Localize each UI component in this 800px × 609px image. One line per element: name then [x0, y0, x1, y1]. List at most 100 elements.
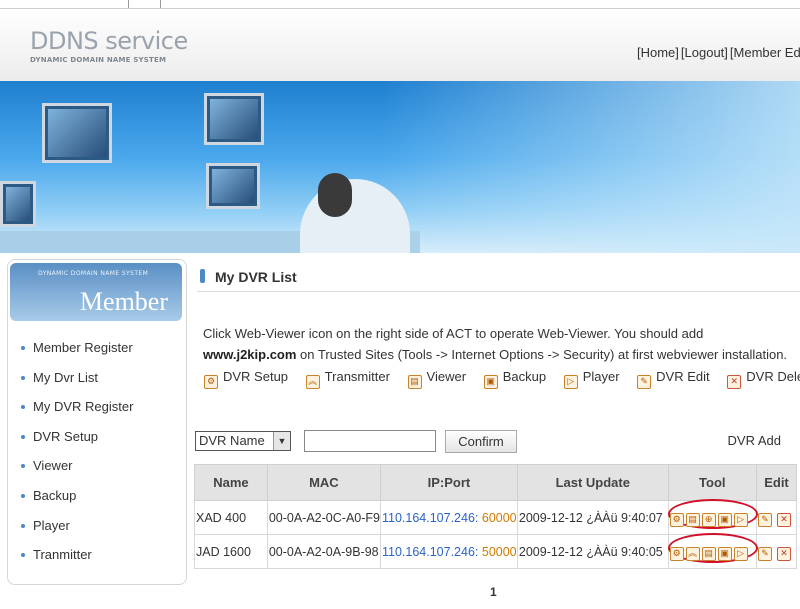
legend-label: Player — [582, 369, 620, 384]
search-field-select[interactable]: DVR Name ▼ — [195, 431, 291, 451]
sidebar-item-my-dvr-register[interactable]: My DVR Register — [8, 396, 186, 426]
col-header-ip-port: IP:Port — [379, 464, 518, 501]
table-header-row: Name MAC IP:Port Last Update Tool Edit — [194, 464, 798, 501]
legend-viewer: ▤ Viewer — [407, 369, 467, 389]
delete-icon[interactable]: ✕ — [776, 547, 791, 561]
legend-label: DVR Setup — [223, 369, 289, 384]
instruction-part: Click Web-Viewer icon on the right side … — [203, 326, 704, 341]
dvr-table: Name MAC IP:Port Last Update Tool Edit X… — [194, 464, 798, 569]
sidebar-item-label: My Dvr List — [33, 369, 98, 385]
sidebar-menu: Member Register My Dvr List My DVR Regis… — [8, 337, 186, 574]
legend-label: DVR Edit — [656, 369, 710, 384]
cell-ip-port: 110.164.107.246: 60000 — [379, 500, 518, 535]
bullet-icon — [21, 405, 25, 410]
col-header-tool: Tool — [667, 464, 757, 501]
banner-glow — [380, 81, 800, 253]
sidebar-item-viewer[interactable]: Viewer — [8, 455, 186, 485]
viewer-icon[interactable]: ▤ — [701, 547, 716, 561]
sidebar-item-label: Member Register — [33, 340, 133, 355]
search-input[interactable] — [304, 430, 436, 452]
cell-tools: ⚙ ︽ ▤ ▣ ▷ — [667, 533, 758, 569]
member-panel-subtitle: DYNAMIC DOMAIN NAME SYSTEM — [38, 270, 149, 277]
logo-title: DDNS service — [30, 27, 188, 55]
sidebar-item-dvr-setup[interactable]: DVR Setup — [8, 426, 186, 456]
delete-icon[interactable]: ✕ — [776, 513, 791, 527]
bullet-icon — [21, 434, 25, 439]
edit-icon[interactable]: ✎ — [757, 513, 772, 527]
nav-home-link[interactable]: [Home] — [637, 45, 679, 60]
backup-icon[interactable]: ▣ — [717, 513, 732, 527]
col-header-mac: MAC — [266, 464, 381, 501]
bullet-icon — [21, 464, 25, 469]
banner-operator-head — [318, 173, 352, 217]
edit-icon[interactable]: ✎ — [757, 547, 772, 561]
gear-icon[interactable]: ⚙ — [669, 547, 684, 561]
chevron-down-icon[interactable]: ▼ — [273, 432, 290, 450]
cell-last-update: 2009-12-12 ¿ÀÀü 9:40:05 — [516, 534, 669, 569]
header-banner-image — [0, 81, 800, 253]
legend-player: ▷ Player — [563, 369, 620, 389]
ip-address: 110.164.107.246 — [381, 510, 475, 525]
cell-tools: ⚙ ▤ ⊕ ▣ ▷ — [667, 499, 758, 535]
legend-dvr-edit: ✎ DVR Edit — [637, 369, 710, 389]
legend-label: Transmitter — [324, 369, 390, 384]
nav-logout-link[interactable]: [Logout] — [681, 45, 728, 60]
page-title: My DVR List — [215, 269, 297, 285]
col-header-name: Name — [194, 464, 268, 501]
cell-ip-port: 110.164.107.246: 50000 — [379, 534, 518, 569]
gear-icon: ⚙ — [204, 375, 218, 389]
sidebar-item-label: Viewer — [33, 458, 73, 474]
sidebar-item-player[interactable]: Player — [8, 515, 186, 545]
legend-label: Backup — [502, 369, 547, 384]
legend-dvr-delete: ✕ DVR Delete — [727, 369, 800, 389]
play-icon[interactable]: ▷ — [733, 513, 748, 527]
legend-transmitter: ︽ Transmitter — [305, 369, 390, 389]
viewer-icon: ▤ — [407, 375, 422, 389]
gear-icon[interactable]: ⚙ — [669, 513, 684, 527]
bullet-icon — [21, 493, 25, 498]
top-nav: [Home][Logout][Member Edit] — [637, 45, 800, 60]
instruction-link: www.j2kip.com — [203, 347, 297, 362]
banner-monitor — [204, 93, 264, 145]
play-icon: ▷ — [563, 375, 578, 389]
sidebar-item-tranmitter[interactable]: Tranmitter — [8, 544, 186, 574]
cell-mac: 00-0A-A2-0A-9B-98 — [266, 534, 381, 569]
legend-label: Viewer — [426, 369, 467, 384]
viewer-icon[interactable]: ▤ — [685, 513, 700, 527]
sidebar-item-label: My DVR Register — [33, 399, 134, 415]
backup-icon[interactable]: ▣ — [717, 547, 732, 561]
sidebar-item-label: DVR Setup — [33, 428, 99, 444]
instruction-text: Click Web-Viewer icon on the right side … — [203, 323, 793, 365]
sidebar-item-backup[interactable]: Backup — [8, 485, 186, 515]
confirm-button[interactable]: Confirm — [445, 430, 517, 453]
sidebar-item-label: Player — [33, 517, 70, 533]
page-title-bar: My DVR List — [197, 263, 800, 292]
port-number: 50000 — [478, 544, 517, 559]
transmitter-icon: ︽ — [305, 375, 320, 389]
legend-backup: ▣ Backup — [483, 369, 547, 389]
legend-dvr-setup: ⚙ DVR Setup — [204, 369, 288, 389]
banner-monitor — [42, 103, 112, 163]
pagination-current-page[interactable]: 1 — [490, 585, 497, 599]
transmitter-icon[interactable]: ︽ — [685, 547, 700, 561]
cell-name: JAD 1600 — [194, 534, 268, 569]
play-icon[interactable]: ▷ — [733, 547, 748, 561]
bullet-icon — [21, 523, 25, 528]
site-header: DDNS service DYNAMIC DOMAIN NAME SYSTEM … — [0, 9, 800, 81]
bullet-icon — [21, 553, 25, 558]
sidebar-item-my-dvr-list[interactable]: My Dvr List — [8, 367, 186, 397]
bullet-icon — [21, 346, 25, 350]
site-logo[interactable]: DDNS service DYNAMIC DOMAIN NAME SYSTEM — [30, 29, 188, 64]
dvr-add-link[interactable]: DVR Add — [728, 433, 781, 448]
tool-legend: ⚙ DVR Setup ︽ Transmitter ▤ Viewer ▣ Backup … — [204, 369, 800, 389]
edit-icon: ✎ — [637, 375, 652, 389]
settings-icon[interactable]: ⊕ — [701, 513, 716, 527]
legend-label: DVR Delete — [746, 369, 800, 384]
sidebar-item-label: Backup — [33, 487, 77, 503]
member-panel-title: Member — [79, 287, 168, 316]
delete-icon: ✕ — [727, 375, 742, 389]
sidebar-item-member-register[interactable]: Member Register — [8, 337, 186, 367]
banner-monitor — [0, 181, 36, 227]
cell-mac: 00-0A-A2-0C-A0-F9 — [266, 500, 381, 535]
nav-member-edit-link[interactable]: [Member Edit] — [730, 45, 800, 60]
